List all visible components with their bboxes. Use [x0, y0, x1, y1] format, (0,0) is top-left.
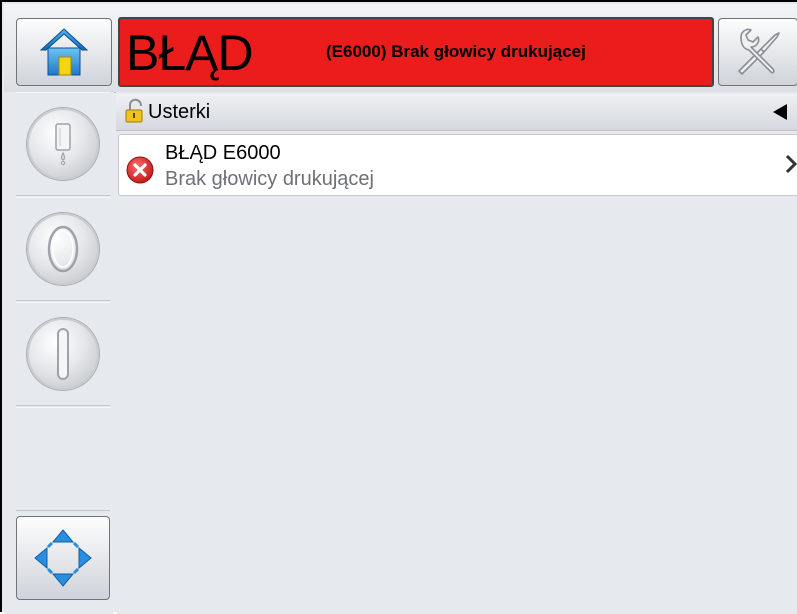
triangle-left-icon[interactable] [771, 102, 789, 122]
four-way-arrows-icon [34, 529, 92, 587]
nozzle-icon [55, 123, 71, 166]
sidebar-cell-stop [16, 197, 110, 301]
nozzle-button[interactable] [27, 108, 99, 180]
start-button[interactable] [27, 318, 99, 390]
stop-button[interactable] [27, 213, 99, 285]
status-title: BŁĄD [126, 25, 254, 81]
navigation-button[interactable] [16, 516, 110, 600]
padlock-unlocked-icon [125, 98, 143, 123]
home-button[interactable] [16, 18, 112, 86]
home-icon [39, 28, 89, 76]
sidebar-cell-start [16, 302, 110, 406]
chevron-right-icon[interactable] [784, 153, 797, 175]
circle-off-icon [47, 225, 79, 273]
top-bar: BŁĄD (E6000) Brak głowicy drukującej [4, 4, 797, 93]
line-on-icon [57, 328, 69, 380]
sidebar [4, 92, 114, 614]
status-message: (E6000) Brak głowicy drukującej [326, 42, 586, 61]
fault-description: Brak głowicy drukującej [165, 168, 374, 190]
sidebar-cell-empty [16, 407, 110, 511]
tools-button[interactable] [718, 18, 797, 86]
main-content: Usterki BŁĄD E6000 Brak głowicy drukując… [116, 92, 797, 614]
fault-list-item[interactable]: BŁĄD E6000 Brak głowicy drukującej [118, 134, 797, 196]
section-title: Usterki [148, 101, 211, 123]
main-frame: BŁĄD (E6000) Brak głowicy drukującej Ust… [0, 0, 797, 614]
error-status-bar[interactable]: BŁĄD (E6000) Brak głowicy drukującej [118, 17, 714, 87]
tools-icon [738, 28, 780, 75]
error-x-icon [126, 156, 154, 184]
sidebar-cell-nozzle [16, 92, 110, 196]
section-header[interactable]: Usterki [116, 94, 797, 131]
fault-title: BŁĄD E6000 [165, 142, 281, 164]
